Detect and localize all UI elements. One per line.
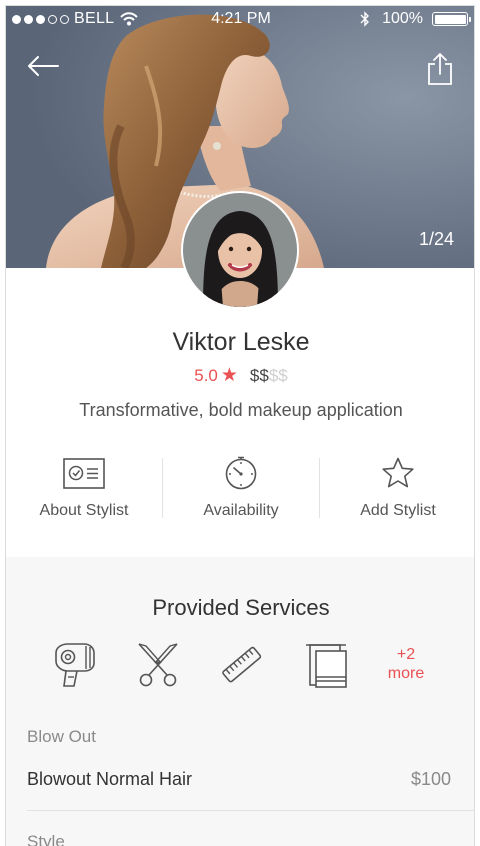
add-stylist-label: Add Stylist: [360, 502, 436, 519]
avatar-image: [183, 193, 297, 307]
avatar[interactable]: [181, 191, 299, 309]
battery-percent: 100%: [382, 10, 423, 27]
service-name: Blowout Normal Hair: [27, 769, 193, 789]
towel-icon[interactable]: [302, 641, 350, 689]
more-label: more: [387, 665, 425, 682]
profile-screen: BELL 4:21 PM 100% 1/24 Viktor Leske 5.0 …: [5, 5, 475, 846]
availability-button[interactable]: Availability: [163, 456, 319, 526]
rating-value: 5.0: [194, 366, 218, 385]
star-outline-icon: [382, 457, 414, 488]
service-icons-row: +2 more: [46, 641, 466, 693]
rating-and-price: 5.0 ★ $$$$: [6, 364, 474, 387]
back-arrow-icon[interactable]: [26, 54, 60, 78]
bluetooth-icon: [360, 11, 370, 27]
star-icon: ★: [220, 365, 238, 386]
availability-label: Availability: [203, 502, 279, 519]
price-level: $$: [249, 366, 269, 385]
comb-icon[interactable]: [218, 641, 266, 689]
services-section: Provided Services +2 more Blow Out Blowo…: [6, 557, 474, 846]
about-stylist-button[interactable]: About Stylist: [6, 456, 162, 526]
services-title: Provided Services: [152, 595, 330, 620]
photo-counter: 1/24: [418, 229, 454, 249]
service-row[interactable]: Blowout Normal Hair $100: [27, 769, 451, 793]
category-label: Style: [27, 832, 65, 846]
clock-icon: [225, 456, 257, 490]
hair-dryer-icon[interactable]: [50, 641, 98, 689]
divider: [27, 810, 474, 811]
id-card-icon: [63, 458, 105, 489]
more-services-button[interactable]: +2 more: [381, 645, 431, 683]
add-stylist-button[interactable]: Add Stylist: [320, 456, 474, 526]
battery-icon: [432, 12, 471, 26]
action-bar: About Stylist Availability Add Stylist: [6, 456, 474, 526]
status-bar: BELL 4:21 PM 100%: [6, 6, 474, 32]
more-count: +2: [396, 646, 416, 663]
price-level-inactive: $$: [268, 366, 288, 385]
stylist-name: Viktor Leske: [172, 328, 310, 356]
scissors-icon[interactable]: [134, 641, 182, 689]
stylist-tagline: Transformative, bold makeup application: [79, 400, 403, 420]
category-label: Blow Out: [27, 727, 96, 746]
service-price: $100: [410, 769, 451, 789]
status-bar-right: 100%: [360, 10, 471, 28]
about-stylist-label: About Stylist: [39, 502, 129, 519]
share-icon[interactable]: [426, 52, 454, 86]
